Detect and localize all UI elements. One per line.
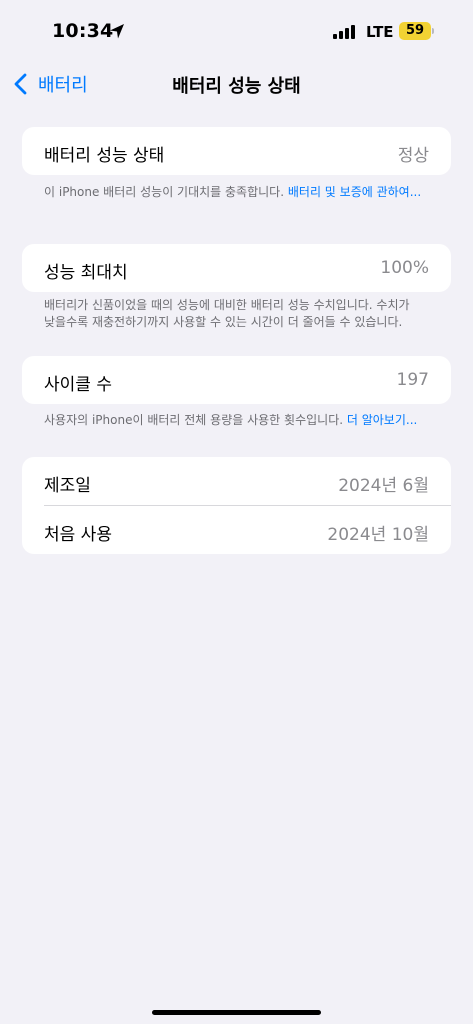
cycle-count-footnote-text: 사용자의 iPhone이 배터리 전체 용량을 사용한 횟수입니다. (44, 413, 347, 427)
cycle-count-label: 사이클 수 (44, 375, 112, 395)
cycle-count-row: 사이클 수 197 (22, 356, 451, 404)
battery-health-row: 배터리 성능 상태 정상 (22, 127, 451, 175)
learn-more-link[interactable]: 더 알아보기... (347, 413, 417, 427)
battery-warranty-link[interactable]: 배터리 및 보증에 관하여... (288, 185, 421, 199)
max-capacity-group: 성능 최대치 100% (22, 244, 451, 292)
battery-nub (432, 28, 434, 34)
status-bar: 10:34 LTE 59 (0, 0, 473, 64)
page-title: 배터리 성능 상태 (172, 76, 301, 97)
status-time: 10:34 (52, 20, 114, 42)
first-use-row: 처음 사용 2024년 10월 (44, 505, 451, 554)
battery-health-footnote-text: 이 iPhone 배터리 성능이 기대치를 충족합니다. (44, 185, 288, 199)
cellular-signal-icon (333, 25, 357, 39)
max-capacity-footnote-line2: 낮을수록 재충전하기까지 사용할 수 있는 시간이 더 줄어들 수 있습니다. (44, 315, 403, 329)
cycle-count-value: 197 (396, 370, 429, 390)
battery-health-group: 배터리 성능 상태 정상 (22, 127, 451, 175)
cycle-count-footnote: 사용자의 iPhone이 배터리 전체 용량을 사용한 횟수입니다. 더 알아보… (44, 412, 434, 429)
max-capacity-footnote-line1: 배터리가 신품이었을 때의 성능에 대비한 배터리 성능 수치입니다. 수치가 (44, 298, 410, 312)
location-arrow-icon (110, 24, 124, 39)
first-use-value: 2024년 10월 (327, 525, 429, 545)
manufacture-date-row: 제조일 2024년 6월 (22, 457, 451, 505)
max-capacity-value: 100% (380, 258, 429, 278)
manufacture-date-label: 제조일 (44, 476, 91, 496)
battery-icon: 59 (399, 22, 431, 40)
first-use-label: 처음 사용 (44, 525, 112, 545)
battery-health-footnote: 이 iPhone 배터리 성능이 기대치를 충족합니다. 배터리 및 보증에 관… (44, 184, 434, 201)
battery-health-label: 배터리 성능 상태 (44, 146, 165, 166)
dates-group: 제조일 2024년 6월 처음 사용 2024년 10월 (22, 457, 451, 554)
manufacture-date-value: 2024년 6월 (338, 476, 429, 496)
max-capacity-row: 성능 최대치 100% (22, 244, 451, 292)
max-capacity-label: 성능 최대치 (44, 263, 128, 283)
network-type: LTE (366, 23, 394, 41)
cycle-count-group: 사이클 수 197 (22, 356, 451, 404)
battery-health-value: 정상 (397, 146, 429, 166)
max-capacity-footnote: 배터리가 신품이었을 때의 성능에 대비한 배터리 성능 수치입니다. 수치가 … (44, 297, 434, 331)
home-indicator[interactable] (152, 1010, 321, 1015)
navigation-bar: 배터리 배터리 성능 상태 (0, 64, 473, 104)
